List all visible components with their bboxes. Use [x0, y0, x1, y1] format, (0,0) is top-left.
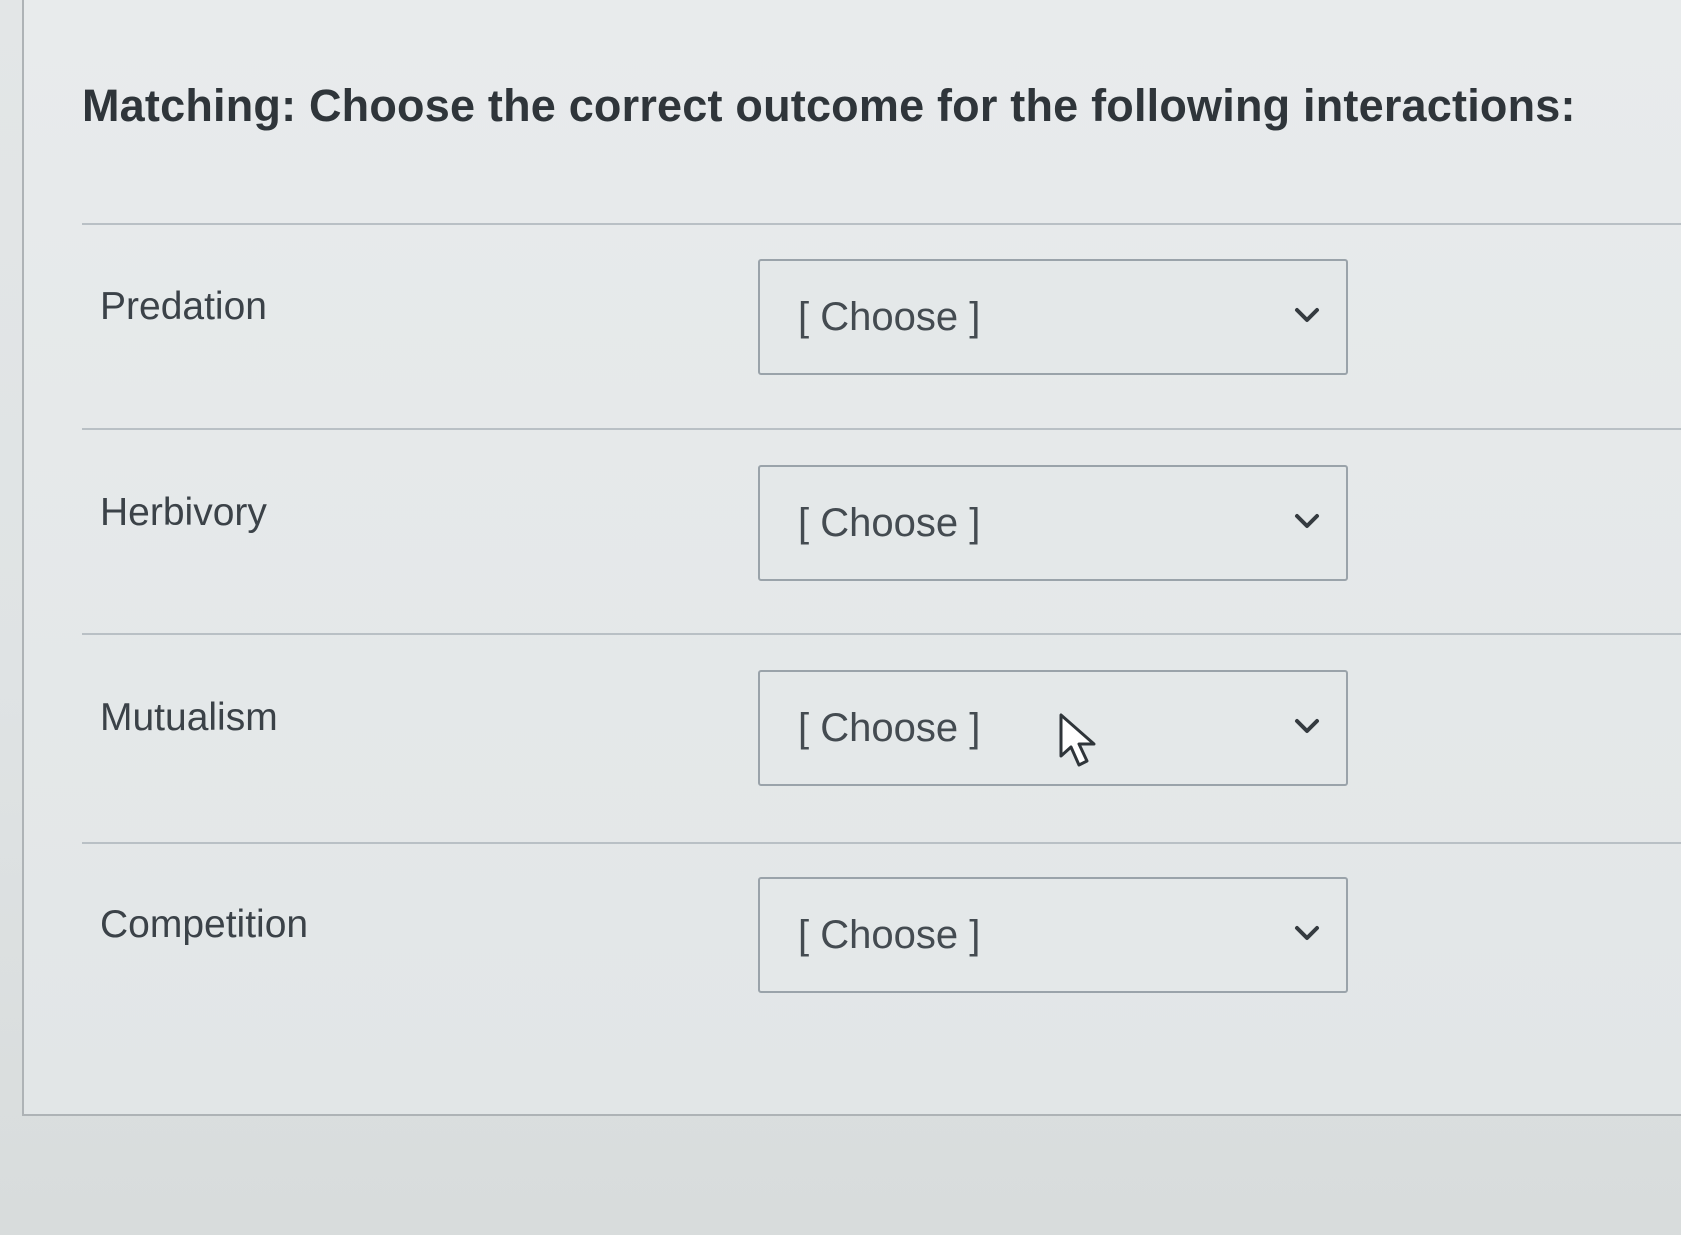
matching-row-herbivory: Herbivory [ Choose ]: [0, 465, 1681, 585]
chevron-down-icon: [1295, 308, 1319, 322]
term-label: Mutualism: [100, 696, 278, 739]
divider: [82, 842, 1681, 844]
term-label: Herbivory: [100, 491, 267, 534]
dropdown-value: [ Choose ]: [798, 706, 981, 750]
answer-dropdown[interactable]: [ Choose ]: [758, 259, 1348, 375]
question-title: Matching: Choose the correct outcome for…: [82, 80, 1576, 131]
matching-row-predation: Predation [ Choose ]: [0, 259, 1681, 379]
chevron-down-icon: [1295, 926, 1319, 940]
chevron-down-icon: [1295, 719, 1319, 733]
divider: [82, 428, 1681, 430]
divider: [82, 223, 1681, 225]
answer-dropdown[interactable]: [ Choose ]: [758, 465, 1348, 581]
dropdown-value: [ Choose ]: [798, 501, 981, 545]
answer-dropdown[interactable]: [ Choose ]: [758, 877, 1348, 993]
dropdown-value: [ Choose ]: [798, 913, 981, 957]
mouse-pointer-icon: [1059, 713, 1096, 767]
matching-row-mutualism: Mutualism [ Choose ]: [0, 670, 1681, 790]
dropdown-value: [ Choose ]: [798, 295, 981, 339]
term-label: Predation: [100, 285, 267, 328]
term-label: Competition: [100, 903, 309, 946]
matching-row-competition: Competition [ Choose ]: [0, 877, 1681, 997]
chevron-down-icon: [1295, 514, 1319, 528]
answer-dropdown[interactable]: [ Choose ]: [758, 670, 1348, 786]
divider: [82, 633, 1681, 635]
